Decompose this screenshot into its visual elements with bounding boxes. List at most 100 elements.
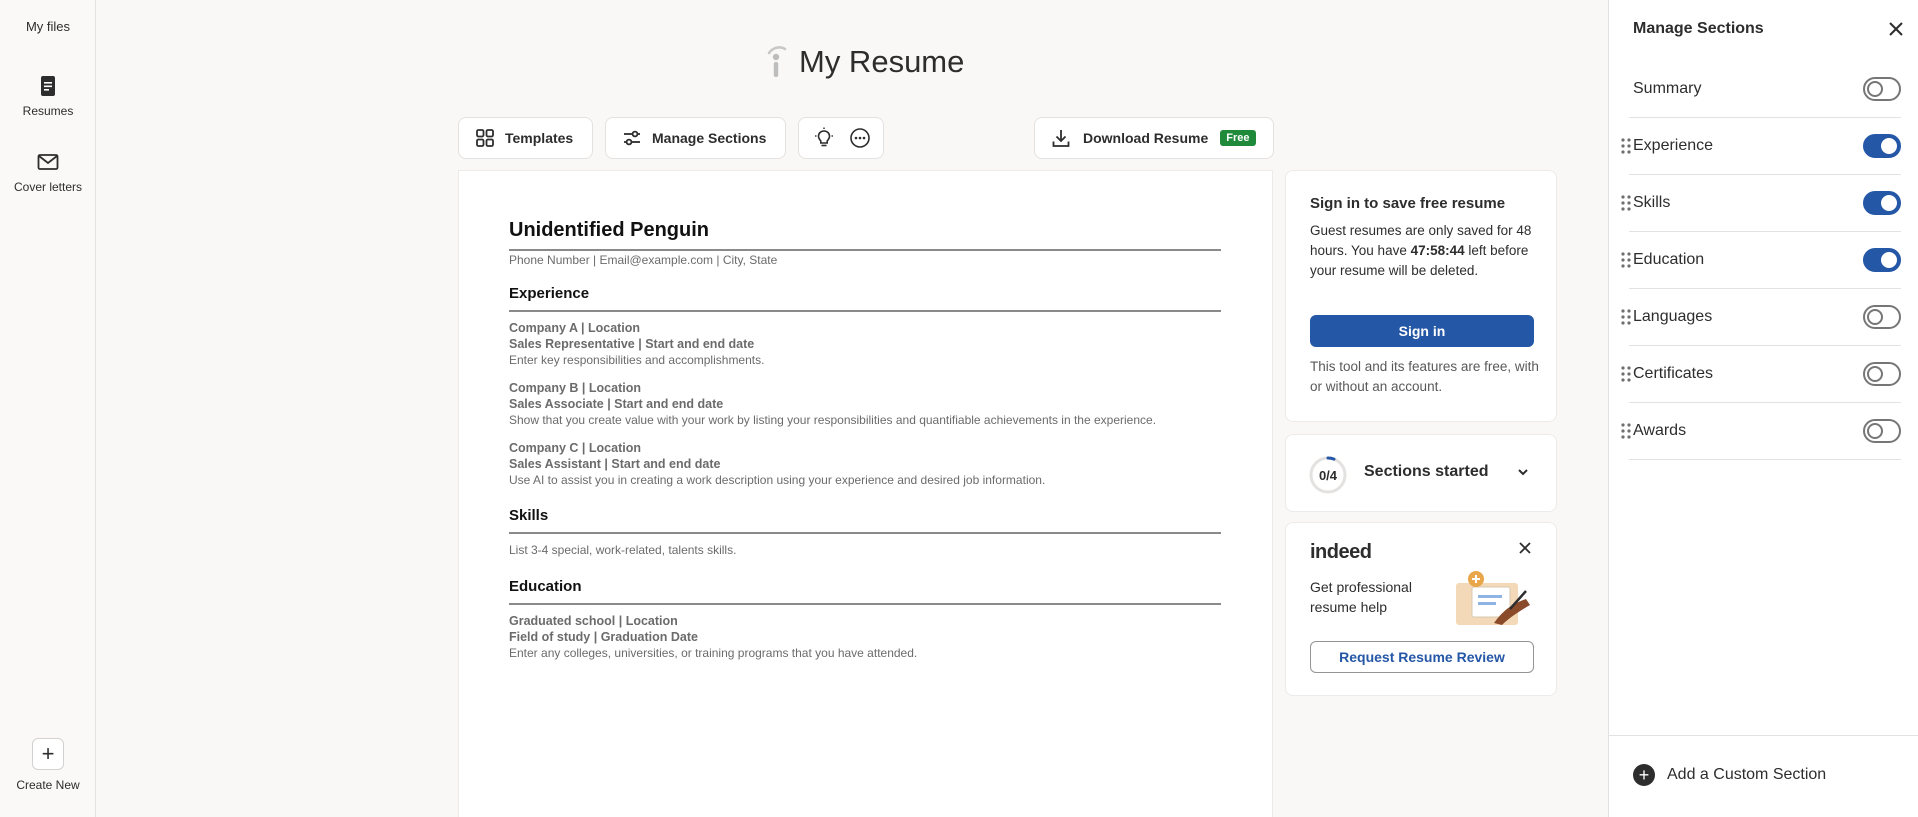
toggle-knob (1867, 81, 1883, 97)
add-custom-label: Add a Custom Section (1667, 766, 1827, 783)
experience-heading: Experience (509, 285, 590, 302)
section-row-summary[interactable]: Summary (1629, 61, 1901, 118)
toggle-switch[interactable] (1863, 77, 1901, 101)
role-line: Sales Assistant | Start and end date (509, 457, 721, 471)
chevron-down-icon (1518, 469, 1528, 476)
envelope-icon (37, 154, 59, 170)
resume-name: Unidentified Penguin (509, 219, 709, 241)
manage-sections-button[interactable]: Manage Sections (605, 117, 786, 159)
divider (509, 310, 1221, 312)
request-resume-review-button[interactable]: Request Resume Review (1310, 641, 1534, 673)
section-row-languages[interactable]: Languages (1621, 289, 1901, 346)
section-label: Experience (1633, 137, 1714, 154)
toggle-switch[interactable] (1863, 191, 1901, 215)
manage-sections-panel: Manage Sections Summary Experience Skills E… (1608, 0, 1918, 817)
sidebar-item-cover-letters[interactable]: Cover letters (0, 150, 96, 194)
templates-button[interactable]: Templates (458, 117, 593, 159)
toggle-switch[interactable] (1863, 419, 1901, 443)
progress-count: 0/4 (1318, 467, 1338, 483)
education-heading: Education (509, 578, 582, 595)
sections-started-label: Sections started (1364, 463, 1489, 480)
experience-entry: Company C | Location Sales Assistant | S… (509, 440, 1221, 488)
toggle-knob (1881, 195, 1897, 211)
countdown-timer: 47:58:44 (1410, 243, 1465, 258)
drag-handle-icon[interactable] (1621, 366, 1631, 382)
sidebar-item-label: Resumes (22, 104, 74, 118)
education-entry: Graduated school | Location Field of stu… (509, 613, 1221, 661)
resume-preview[interactable]: Unidentified Penguin Phone Number | Emai… (458, 170, 1273, 817)
company-line: Company C | Location (509, 441, 641, 455)
grid-icon (476, 129, 494, 147)
toggle-knob (1867, 309, 1883, 325)
section-label: Certificates (1633, 365, 1714, 382)
toggle-switch[interactable] (1863, 134, 1901, 158)
my-files-heading: My files (25, 19, 71, 34)
sidebar-item-resumes[interactable]: Resumes (0, 74, 96, 118)
resume-contact: Phone Number | Email@example.com | City,… (509, 253, 778, 267)
section-label: Skills (1633, 194, 1671, 211)
skills-text: List 3-4 special, work-related, talents … (509, 543, 737, 557)
free-tool-note: This tool and its features are free, wit… (1310, 359, 1539, 394)
company-line: Company A | Location (509, 321, 641, 335)
lightbulb-icon[interactable] (813, 127, 835, 149)
divider (509, 249, 1221, 251)
school-line: Graduated school | Location (509, 614, 678, 628)
indeed-mark-icon (767, 46, 787, 77)
create-new-button[interactable]: + Create New (0, 738, 96, 792)
toggle-switch[interactable] (1863, 248, 1901, 272)
download-label: Download Resume (1083, 130, 1209, 146)
toggle-knob (1881, 138, 1897, 154)
sliders-icon (624, 130, 640, 146)
role-line: Sales Associate | Start and end date (509, 397, 724, 411)
description-line: Use AI to assist you in creating a work … (509, 473, 1046, 487)
skills-heading: Skills (509, 507, 549, 524)
section-row-experience[interactable]: Experience (1621, 118, 1901, 175)
toggle-knob (1881, 252, 1897, 268)
panel-title: Manage Sections (1633, 20, 1764, 37)
page-header: My Resume (765, 44, 964, 80)
document-icon (41, 76, 55, 96)
section-row-skills[interactable]: Skills (1621, 175, 1901, 232)
section-label: Languages (1633, 308, 1713, 325)
role-line: Sales Representative | Start and end dat… (509, 337, 755, 351)
indeed-logo: indeed (1310, 541, 1372, 563)
drag-handle-icon[interactable] (1621, 252, 1631, 268)
description-line: Show that you create value with your wor… (509, 413, 1157, 427)
close-icon[interactable] (1887, 20, 1905, 38)
description-line: Enter key responsibilities and accomplis… (509, 353, 765, 367)
toggle-switch[interactable] (1863, 362, 1901, 386)
toggle-switch[interactable] (1863, 305, 1901, 329)
signin-body: Guest resumes are only saved for 48 hour… (1310, 221, 1536, 281)
divider (509, 603, 1221, 605)
drag-handle-icon[interactable] (1621, 423, 1631, 439)
close-icon[interactable] (1518, 541, 1532, 555)
add-custom-section-button[interactable]: + Add a Custom Section (1633, 764, 1826, 786)
section-row-certificates[interactable]: Certificates (1621, 346, 1901, 403)
resume-review-promo: indeed Get professional resume help Requ… (1285, 522, 1557, 696)
field-line: Field of study | Graduation Date (509, 630, 698, 644)
section-label: Awards (1633, 422, 1687, 439)
create-new-label: Create New (16, 778, 80, 792)
company-line: Company B | Location (509, 381, 641, 395)
experience-entry: Company A | Location Sales Representativ… (509, 320, 1221, 368)
drag-handle-icon[interactable] (1621, 195, 1631, 211)
left-sidebar: My files Resumes Cover letters + Create … (0, 0, 96, 817)
description-line: Enter any colleges, universities, or tra… (509, 646, 918, 660)
section-label: Summary (1633, 80, 1702, 97)
sign-in-button[interactable]: Sign in (1310, 315, 1534, 347)
divider (509, 532, 1221, 534)
promo-text: Get professional resume help (1310, 579, 1412, 615)
download-icon (1052, 130, 1070, 147)
sidebar-item-label: Cover letters (13, 180, 83, 194)
resume-review-illustration (1456, 571, 1530, 625)
page-title: My Resume (799, 44, 965, 79)
section-row-awards[interactable]: Awards (1621, 403, 1901, 460)
extra-tools-group (798, 117, 884, 159)
more-options-icon[interactable] (849, 127, 871, 149)
download-resume-button[interactable]: Download Resume Free (1034, 117, 1274, 159)
sections-started-card[interactable]: 0/4 Sections started (1285, 434, 1557, 512)
plus-icon: + (32, 738, 64, 770)
drag-handle-icon[interactable] (1621, 138, 1631, 154)
section-row-education[interactable]: Education (1621, 232, 1901, 289)
drag-handle-icon[interactable] (1621, 309, 1631, 325)
